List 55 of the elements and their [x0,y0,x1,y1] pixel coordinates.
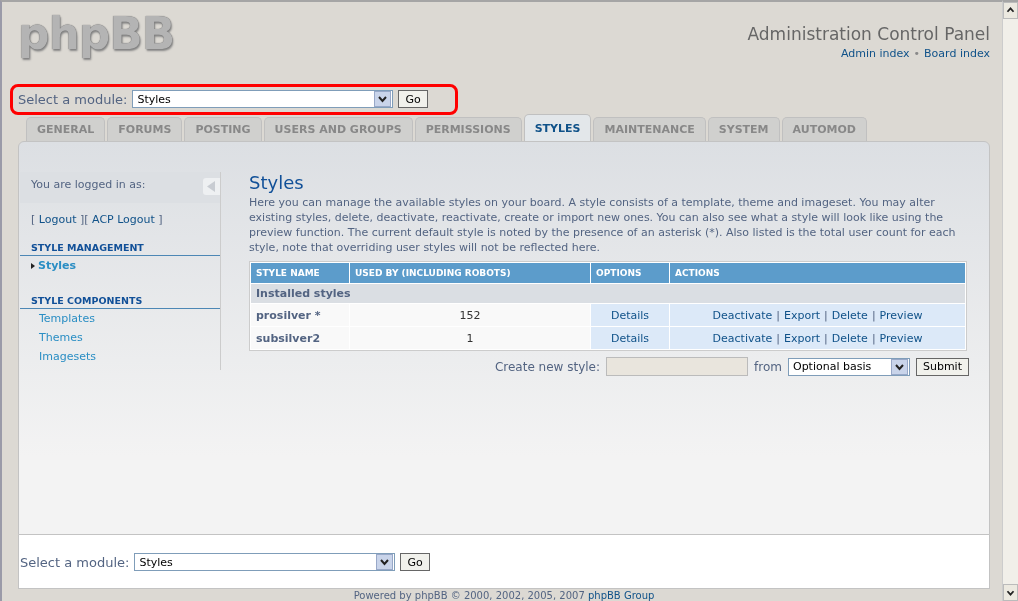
module-label: Select a module: [20,554,130,570]
column-header: OPTIONS [591,263,669,284]
panel-title: Administration Control Panel [747,24,990,44]
from-label: from [754,359,782,374]
tab[interactable]: STYLES [523,114,592,142]
basis-select[interactable]: Optional basis [787,357,910,376]
column-header: USED BY (INCLUDING ROBOTS) [350,263,590,284]
module-select[interactable]: Styles [132,90,394,109]
action-link[interactable]: Delete [831,308,868,322]
logout-line: [ Logout ][ ACP Logout ] [30,212,164,229]
scroll-down-icon[interactable] [1003,584,1018,601]
description: Here you can manage the available styles on your board. A style consists of a template, theme and imageset. You may alter existing styles, delete, deactivate, reactivate, create or import new ones. You can also see what a style will look like using the preview function. The current default style is noted by the presence of an asterisk (*). Also listed is the total user count for each style, note that overriding user styles will not be reflected here. [249,195,957,256]
column-header: STYLE NAME [251,263,349,284]
action-link[interactable]: Export [784,331,820,345]
footer-text: Powered by phpBB © 2000, 2002, 2005, 2007 phpBB Group [352,589,656,601]
scroll-up-icon[interactable] [1003,2,1018,19]
footer-link[interactable]: phpBB Group [587,590,655,601]
column-header: ACTIONS [670,263,965,284]
separator: | [776,331,780,345]
used-by-cell: 1 [350,327,590,350]
go-button[interactable]: Go [398,90,428,109]
logout-link[interactable]: Logout [38,213,77,227]
style-name-cell: prosilver * [251,304,349,327]
header-link[interactable]: Admin index [840,47,910,60]
separator: | [824,308,828,322]
action-link[interactable]: Deactivate [712,308,773,322]
sidebar-heading: STYLE COMPONENTS [20,295,220,310]
action-link[interactable]: Preview [879,308,923,322]
separator: | [871,308,876,322]
group-row: Installed styles [251,284,965,304]
logout-link[interactable]: ACP Logout [92,213,155,227]
action-link[interactable]: Export [784,308,820,322]
page-title: Styles [249,172,305,194]
separator: • [913,47,921,60]
action-link[interactable]: Deactivate [712,331,773,345]
separator: | [776,308,780,322]
create-label: Create new style: [494,359,601,374]
action-link[interactable]: Preview [879,331,923,345]
dropdown-caret-icon [890,358,908,375]
action-link[interactable]: Delete [831,331,868,345]
style-name-cell: subsilver2 [251,327,349,350]
dropdown-caret-icon [376,554,394,571]
style-name-input[interactable] [606,357,749,377]
dropdown-caret-icon [374,91,392,108]
logo: phpBB [18,8,175,60]
go-button[interactable]: Go [400,553,430,572]
used-by-cell: 152 [350,304,590,327]
module-label: Select a module: [18,91,128,107]
module-select[interactable]: Styles [134,553,396,572]
separator: | [871,331,876,345]
sidebar-heading: STYLE MANAGEMENT [20,242,220,257]
separator: | [824,331,828,345]
bullet-icon [31,262,35,269]
header-link[interactable]: Board index [924,47,990,60]
submit-button[interactable]: Submit [915,357,969,376]
